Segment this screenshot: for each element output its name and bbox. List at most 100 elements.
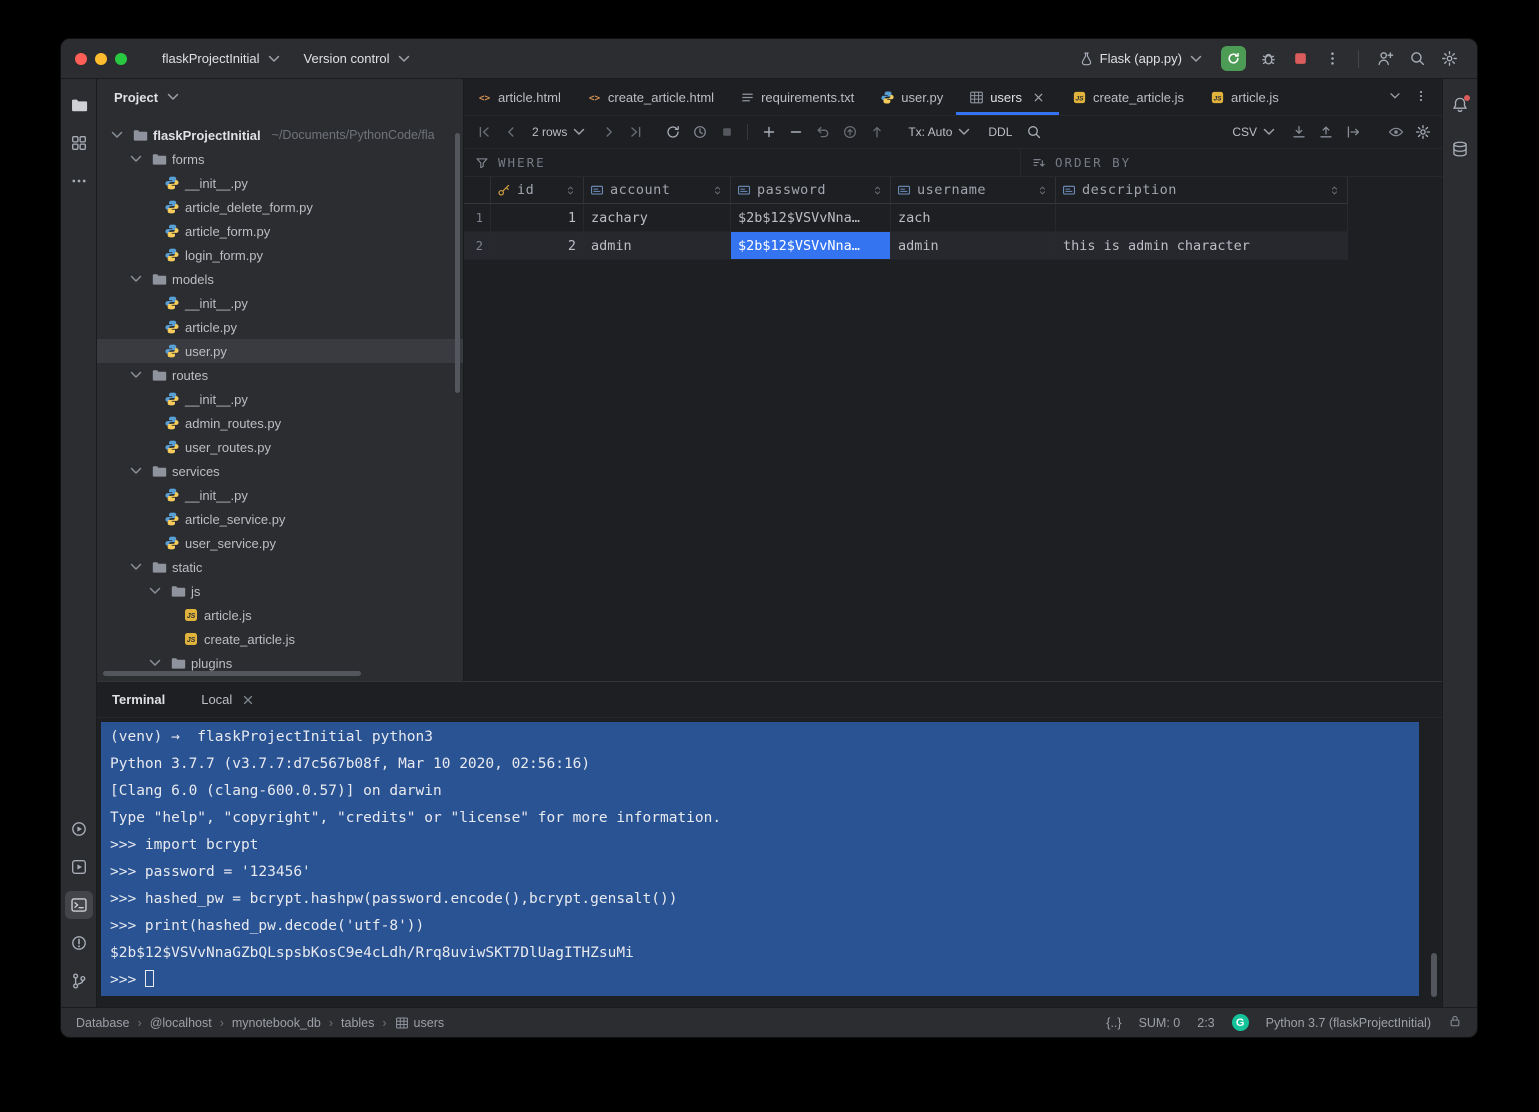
tab-create-article-html[interactable]: <> create_article.html [574, 79, 727, 115]
debug-button[interactable] [1254, 45, 1282, 73]
export-data-button[interactable] [1313, 120, 1338, 145]
notifications-button[interactable] [1446, 91, 1474, 119]
version-control-tool-button[interactable] [65, 967, 93, 995]
row-number-1[interactable]: 1 [464, 204, 491, 232]
tree-item-init-py[interactable]: __init__.py [97, 483, 463, 507]
reload-data-button[interactable] [660, 120, 685, 145]
add-row-button[interactable] [756, 120, 781, 145]
tree-item-article-form-py[interactable]: article_form.py [97, 219, 463, 243]
terminal-scrollbar[interactable] [1431, 953, 1437, 997]
more-tools-button[interactable] [65, 167, 93, 195]
cell-username-row1[interactable]: zach [891, 204, 1056, 232]
terminal-tab-local[interactable]: Local [201, 692, 256, 708]
cell-password-row1[interactable]: $2b$12$VSVvNna… [731, 204, 891, 232]
problems-tool-button[interactable] [65, 929, 93, 957]
query-history-button[interactable] [687, 120, 712, 145]
column-header-description[interactable]: description [1056, 177, 1348, 204]
revert-changes-button[interactable] [810, 120, 835, 145]
page-size-selector[interactable]: 2 rows [525, 120, 594, 145]
tab-create-article-js[interactable]: JS create_article.js [1059, 79, 1197, 115]
stop-button[interactable] [1286, 45, 1314, 73]
caret-position-widget[interactable]: 2:3 [1197, 1016, 1214, 1030]
commit-changes-button[interactable] [864, 120, 889, 145]
row-number-2[interactable]: 2 [464, 232, 491, 260]
vcs-widget[interactable]: Version control [295, 47, 421, 71]
tree-item-js[interactable]: js [97, 579, 463, 603]
more-actions-button[interactable] [1318, 45, 1346, 73]
json-path-widget[interactable]: {..} [1106, 1016, 1121, 1030]
python-interpreter-widget[interactable]: Python 3.7 (flaskProjectInitial) [1266, 1016, 1431, 1030]
terminal-tool-button[interactable] [64, 891, 93, 919]
cell-id-row2[interactable]: 2 [491, 232, 584, 260]
readonly-toggle-button[interactable] [1448, 1014, 1462, 1031]
ddl-button[interactable]: DDL [981, 120, 1019, 145]
tab-article-js[interactable]: JS article.js [1197, 79, 1292, 115]
project-scrollbar-horizontal[interactable] [103, 671, 361, 676]
project-widget[interactable]: flaskProjectInitial [153, 47, 291, 71]
tree-item-user-service-py[interactable]: user_service.py [97, 531, 463, 555]
order-by-input[interactable]: ORDER BY [1021, 149, 1442, 176]
tab-requirements-txt[interactable]: requirements.txt [727, 79, 867, 115]
where-filter-input[interactable]: WHERE [464, 149, 1021, 176]
cell-username-row2[interactable]: admin [891, 232, 1056, 260]
run-tool-button[interactable] [65, 815, 93, 843]
submit-changes-button[interactable] [837, 120, 862, 145]
tree-item-admin-routes-py[interactable]: admin_routes.py [97, 411, 463, 435]
cell-password-row2[interactable]: $2b$12$VSVvNna… [731, 232, 891, 260]
tree-item-login-form-py[interactable]: login_form.py [97, 243, 463, 267]
services-tool-button[interactable] [65, 853, 93, 881]
hidden-tabs-button[interactable] [1388, 89, 1402, 106]
transaction-mode-selector[interactable]: Tx: Auto [901, 120, 979, 145]
rerun-button[interactable] [1221, 46, 1246, 71]
tree-item-init-py[interactable]: __init__.py [97, 171, 463, 195]
tree-item-article-delete-form-py[interactable]: article_delete_form.py [97, 195, 463, 219]
breadcrumb-users[interactable]: users [395, 1016, 444, 1030]
view-options-button[interactable] [1383, 120, 1408, 145]
tree-item-forms[interactable]: forms [97, 147, 463, 171]
cell-description-row2[interactable]: this is admin character [1056, 232, 1348, 260]
cell-description-row1[interactable] [1056, 204, 1348, 232]
export-format-selector[interactable]: CSV [1225, 120, 1284, 145]
close-terminal-tab-button[interactable] [240, 692, 256, 708]
tree-item-user-py[interactable]: user.py [97, 339, 463, 363]
tree-item-article-service-py[interactable]: article_service.py [97, 507, 463, 531]
last-page-button[interactable] [623, 120, 648, 145]
open-in-editor-button[interactable] [1340, 120, 1365, 145]
tab-options-button[interactable] [1414, 89, 1428, 106]
tree-item-flaskprojectinitial[interactable]: flaskProjectInitial ~/Documents/PythonCod… [97, 123, 463, 147]
tree-item-article-js[interactable]: JS article.js [97, 603, 463, 627]
project-panel-header[interactable]: Project [97, 79, 463, 115]
column-header-account[interactable]: account [584, 177, 731, 204]
minimize-window-button[interactable] [95, 52, 107, 65]
terminal-output[interactable]: (venv) → flaskProjectInitial python3 Pyth… [97, 718, 1442, 1007]
database-tool-button[interactable] [1446, 135, 1474, 163]
next-page-button[interactable] [596, 120, 621, 145]
settings-button[interactable] [1435, 45, 1463, 73]
first-page-button[interactable] [471, 120, 496, 145]
project-tool-button[interactable] [65, 91, 93, 119]
breadcrumb-tables[interactable]: tables [341, 1016, 374, 1030]
cancel-query-button[interactable] [714, 120, 739, 145]
find-in-grid-button[interactable] [1021, 120, 1046, 145]
structure-tool-button[interactable] [65, 129, 93, 157]
tree-item-create-article-js[interactable]: JS create_article.js [97, 627, 463, 651]
column-header-id[interactable]: id [491, 177, 584, 204]
tree-item-init-py[interactable]: __init__.py [97, 291, 463, 315]
tab-users[interactable]: users [956, 79, 1059, 115]
delete-row-button[interactable] [783, 120, 808, 145]
breadcrumb--localhost[interactable]: @localhost [150, 1016, 212, 1030]
breadcrumb-database[interactable]: Database [76, 1016, 130, 1030]
cell-id-row1[interactable]: 1 [491, 204, 584, 232]
zoom-window-button[interactable] [115, 52, 127, 65]
aggregate-sum-widget[interactable]: SUM: 0 [1139, 1016, 1181, 1030]
tab-article-html[interactable]: <> article.html [464, 79, 574, 115]
run-config-selector[interactable]: Flask (app.py) [1070, 47, 1213, 71]
code-with-me-button[interactable] [1371, 45, 1399, 73]
import-data-button[interactable] [1286, 120, 1311, 145]
cell-account-row1[interactable]: zachary [584, 204, 731, 232]
search-everywhere-button[interactable] [1403, 45, 1431, 73]
breadcrumb-mynotebook-db[interactable]: mynotebook_db [232, 1016, 321, 1030]
column-header-password[interactable]: password [731, 177, 891, 204]
column-header-username[interactable]: username [891, 177, 1056, 204]
terminal-panel-title[interactable]: Terminal [112, 692, 165, 707]
